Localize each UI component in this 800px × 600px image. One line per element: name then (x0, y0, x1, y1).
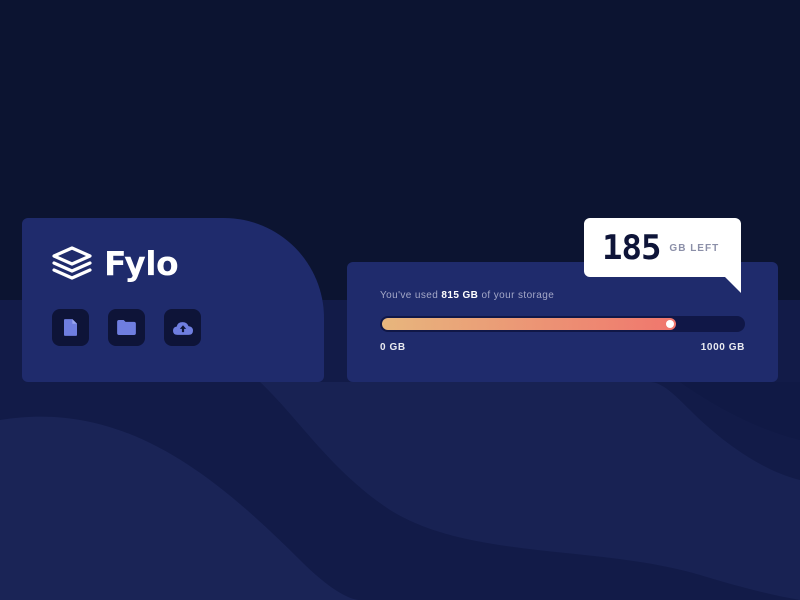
folder-icon (117, 320, 136, 335)
scale-max-label: 1000 GB (700, 342, 745, 353)
upload-button[interactable] (164, 309, 201, 346)
scale-min-label: 0 GB (380, 342, 406, 353)
callout-tail (725, 277, 741, 293)
action-buttons (52, 309, 201, 346)
folder-button[interactable] (108, 309, 145, 346)
storage-card: You've used 815 GB of your storage 0 GB … (347, 262, 778, 382)
progress-handle (666, 320, 674, 328)
brand-card: Fylo (22, 218, 324, 382)
usage-suffix: of your storage (481, 290, 555, 301)
cloud-upload-icon (172, 321, 193, 335)
usage-prefix: You've used (380, 290, 439, 301)
usage-summary: You've used 815 GB of your storage (380, 290, 554, 301)
brand-name: Fylo (104, 243, 179, 283)
layers-icon (52, 246, 92, 280)
storage-progress-bar (380, 316, 745, 332)
storage-progress-fill (382, 318, 676, 330)
remaining-storage-callout: 185 GB LEFT (584, 218, 741, 293)
logo: Fylo (52, 243, 179, 283)
remaining-unit: GB LEFT (669, 243, 720, 254)
document-icon (64, 319, 77, 336)
used-amount: 815 GB (441, 290, 479, 301)
document-button[interactable] (52, 309, 89, 346)
remaining-value: 185 (602, 227, 661, 268)
app-stage: Fylo You've used 815 GB of your storage … (0, 0, 800, 600)
